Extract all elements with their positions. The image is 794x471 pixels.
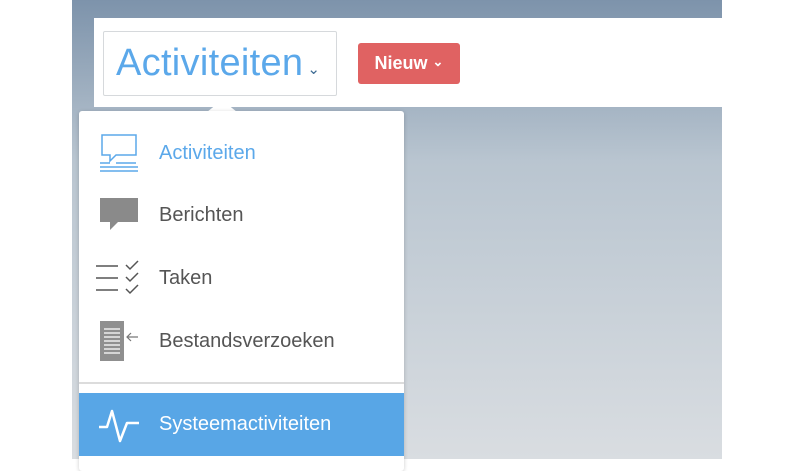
- new-label: Nieuw: [374, 53, 428, 73]
- menu-item-label: Bestandsverzoeken: [159, 329, 335, 352]
- pulse-icon: [79, 407, 159, 443]
- menu-item-systeemactiviteiten[interactable]: Systeemactiviteiten: [79, 393, 404, 456]
- menu-item-label: Activiteiten: [159, 141, 256, 164]
- menu-item-activiteiten[interactable]: Activiteiten: [79, 122, 404, 184]
- activity-feed-icon: [79, 133, 159, 173]
- message-icon: [79, 198, 159, 232]
- menu-item-label: Systeemactiviteiten: [159, 413, 332, 435]
- menu-item-berichten[interactable]: Berichten: [79, 184, 404, 246]
- tasks-icon: [79, 260, 159, 296]
- menu-item-label: Berichten: [159, 203, 244, 226]
- new-button[interactable]: Nieuw ⌄: [358, 43, 460, 84]
- view-dropdown[interactable]: Activiteiten ⌄: [103, 31, 337, 96]
- chevron-down-icon: ⌄: [307, 60, 320, 78]
- menu-item-label: Taken: [159, 266, 213, 289]
- file-request-icon: [79, 320, 159, 362]
- menu-divider: [79, 382, 404, 384]
- menu-item-bestandsverzoeken[interactable]: Bestandsverzoeken: [79, 310, 404, 372]
- chevron-down-icon: ⌄: [432, 53, 444, 69]
- menu-item-taken[interactable]: Taken: [79, 247, 404, 309]
- activity-menu: Activiteiten Berichten Taken Bestandsver…: [79, 111, 404, 471]
- dropdown-label: Activiteiten: [116, 42, 304, 84]
